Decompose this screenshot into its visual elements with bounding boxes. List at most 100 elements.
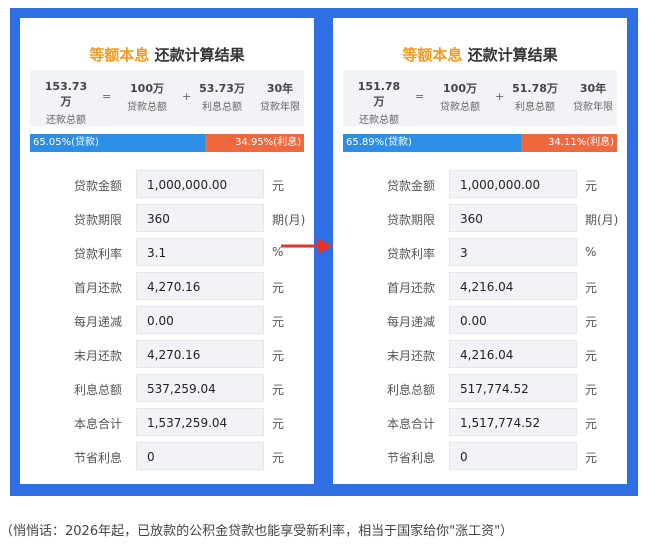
row-value-field[interactable]: 1,517,774.52 [449, 408, 577, 436]
row-unit: % [585, 245, 597, 259]
row-value-field[interactable]: 1,537,259.04 [136, 408, 264, 436]
row-unit: 元 [585, 417, 598, 431]
row-unit: 元 [585, 349, 598, 363]
row-value-field[interactable]: 537,259.04 [136, 374, 264, 402]
row-label: 每月递减 [73, 315, 122, 329]
panel-title: 等额本息 还款计算结果 [20, 44, 314, 65]
row-label: 首月还款 [73, 281, 122, 295]
row-label: 贷款金额 [386, 179, 435, 193]
summary-loan-total: 100万 贷款总额 [440, 82, 480, 113]
result-row: 贷款金额 1,000,000.00 元 [333, 170, 627, 198]
equals-sign: = [415, 90, 425, 103]
plus-sign: + [495, 90, 505, 103]
row-value: 1,517,774.52 [460, 416, 541, 430]
row-value-field[interactable]: 1,000,000.00 [136, 170, 264, 198]
interest-segment: 34.95%(利息) [205, 134, 304, 152]
result-row: 贷款利率 3.1% [20, 238, 314, 266]
row-label: 利息总额 [73, 383, 122, 397]
result-row: 利息总额 517,774.52 元 [333, 374, 627, 402]
row-unit: 元 [585, 281, 598, 295]
result-row: 节省利息 0 元 [20, 442, 314, 470]
row-value-field[interactable]: 4,270.16 [136, 272, 264, 300]
row-label: 利息总额 [386, 383, 435, 397]
row-value: 1,537,259.04 [147, 416, 228, 430]
row-unit: 期(月) [272, 213, 306, 227]
summary-total-repay: 153.73万 还款总额 [44, 80, 88, 126]
row-label: 贷款利率 [386, 247, 435, 261]
summary-box: 151.78万 还款总额 = 100万 贷款总额 +51.78万 利息总额 30年 贷款年限 [343, 70, 617, 126]
result-row: 利息总额 537,259.04 元 [20, 374, 314, 402]
row-label: 首月还款 [386, 281, 435, 295]
row-value-field[interactable]: 4,216.04 [449, 340, 577, 368]
principal-segment: 65.89%(贷款) [343, 134, 527, 152]
row-value-field[interactable]: 0 [449, 442, 577, 470]
row-value: 4,270.16 [147, 348, 201, 362]
row-value: 517,774.52 [460, 382, 529, 396]
row-value: 0 [147, 450, 155, 464]
row-label: 贷款金额 [73, 179, 122, 193]
row-value: 537,259.04 [147, 382, 216, 396]
row-value: 0.00 [147, 314, 174, 328]
panel-title: 等额本息 还款计算结果 [333, 44, 627, 65]
result-row: 首月还款 4,216.04 元 [333, 272, 627, 300]
row-value: 360 [460, 212, 483, 226]
row-label: 贷款利率 [73, 247, 122, 261]
row-unit: 元 [585, 383, 598, 397]
result-row: 本息合计 1,537,259.04 元 [20, 408, 314, 436]
row-unit: 元 [272, 281, 285, 295]
row-value-field[interactable]: 3.1 [136, 238, 264, 266]
row-value-field[interactable]: 4,270.16 [136, 340, 264, 368]
interest-segment: 34.11%(利息) [520, 134, 617, 152]
row-label: 节省利息 [386, 451, 435, 465]
row-value-field[interactable]: 360 [136, 204, 264, 232]
principal-segment: 65.05%(贷款) [30, 134, 212, 152]
row-unit: 元 [272, 315, 285, 329]
row-value: 0.00 [460, 314, 487, 328]
equals-sign: = [102, 90, 112, 103]
result-row: 贷款期限 360 期(月) [333, 204, 627, 232]
row-unit: 元 [585, 315, 598, 329]
summary-interest-total: 51.78万 利息总额 [512, 82, 558, 113]
row-unit: 元 [272, 451, 285, 465]
row-value: 1,000,000.00 [147, 178, 228, 192]
title-highlight: 等额本息 [89, 46, 150, 64]
row-unit: 元 [585, 179, 598, 193]
row-label: 贷款期限 [386, 213, 435, 227]
row-value-field[interactable]: 3 [449, 238, 577, 266]
row-unit: 元 [585, 451, 598, 465]
summary-years: 30年 贷款年限 [573, 82, 613, 113]
row-label: 节省利息 [73, 451, 122, 465]
summary-interest-total: 53.73万 利息总额 [199, 82, 245, 113]
summary-box: 153.73万 还款总额 = 100万 贷款总额 +53.73万 利息总额 30年 贷款年限 [30, 70, 304, 126]
row-label: 本息合计 [73, 417, 122, 431]
caption-text: （悄悄话：2026年起，已放款的公积金贷款也能享受新利率，相当于国家给你"涨工资… [0, 524, 514, 539]
result-row: 本息合计 1,517,774.52 元 [333, 408, 627, 436]
result-panel-after: 等额本息 还款计算结果 151.78万 还款总额 = 100万 贷款总额 +51.78万 利息… [333, 18, 627, 484]
result-row: 首月还款 4,270.16 元 [20, 272, 314, 300]
row-value: 0 [460, 450, 468, 464]
row-value-field[interactable]: 360 [449, 204, 577, 232]
row-value-field[interactable]: 517,774.52 [449, 374, 577, 402]
result-row: 贷款期限 360 期(月) [20, 204, 314, 232]
result-row: 每月递减 0.00 元 [20, 306, 314, 334]
row-value: 3 [460, 246, 468, 260]
result-row: 节省利息 0 元 [333, 442, 627, 470]
row-value: 1,000,000.00 [460, 178, 541, 192]
row-unit: 期(月) [585, 213, 619, 227]
row-value-field[interactable]: 0.00 [449, 306, 577, 334]
arrow-icon [281, 238, 333, 254]
result-row: 末月还款 4,270.16 元 [20, 340, 314, 368]
row-value-field[interactable]: 4,216.04 [449, 272, 577, 300]
summary-total-repay: 151.78万 还款总额 [357, 80, 401, 126]
row-value: 4,270.16 [147, 280, 201, 294]
row-value: 360 [147, 212, 170, 226]
row-value-field[interactable]: 1,000,000.00 [449, 170, 577, 198]
result-row: 贷款金额 1,000,000.00 元 [20, 170, 314, 198]
result-row: 末月还款 4,216.04 元 [333, 340, 627, 368]
row-value-field[interactable]: 0.00 [136, 306, 264, 334]
result-panel-before: 等额本息 还款计算结果 153.73万 还款总额 = 100万 贷款总额 +53.73万 利息… [20, 18, 314, 484]
row-value-field[interactable]: 0 [136, 442, 264, 470]
ratio-bar: 65.05%(贷款) 34.95%(利息) [30, 134, 304, 152]
row-value: 3.1 [147, 246, 167, 260]
row-unit: 元 [272, 179, 285, 193]
